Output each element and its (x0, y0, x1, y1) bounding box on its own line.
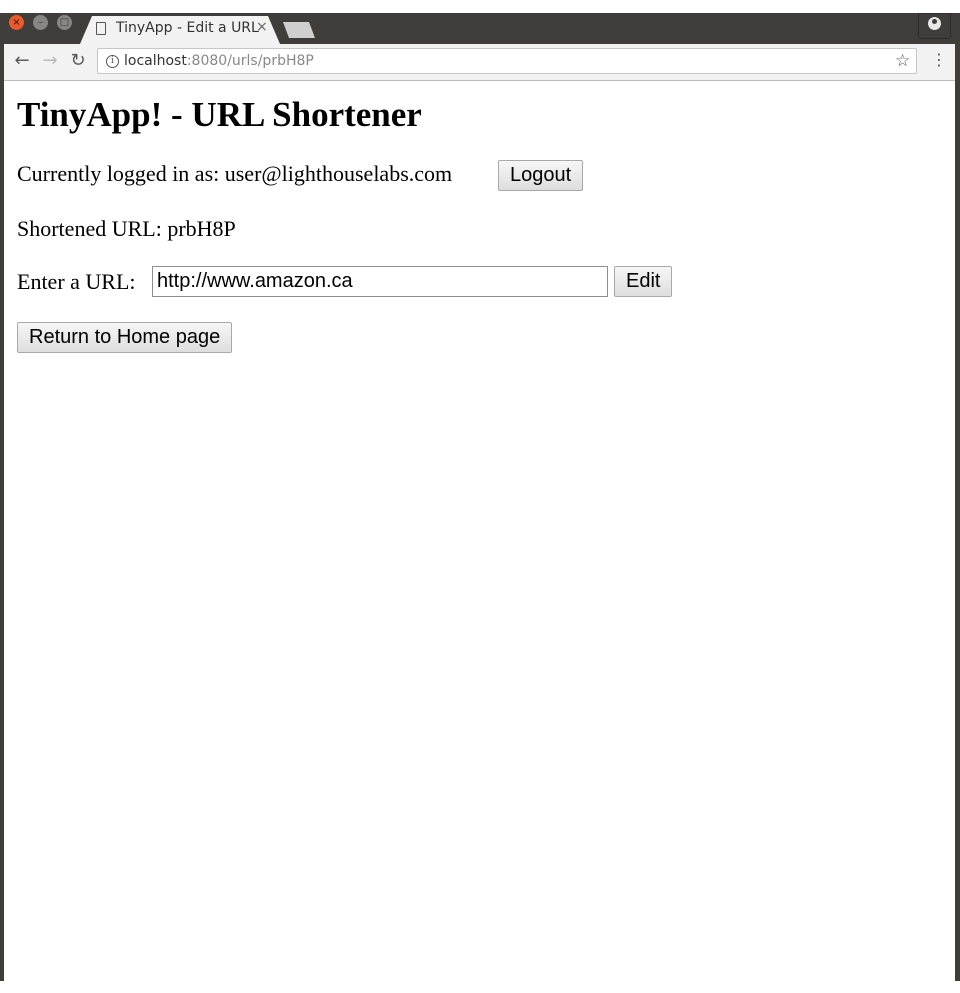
window-maximize-button[interactable]: □ (57, 15, 72, 30)
person-icon (928, 17, 941, 30)
profile-button[interactable] (918, 13, 951, 39)
window-right-edge (955, 44, 960, 981)
window-close-button[interactable]: × (9, 15, 24, 30)
site-info-icon[interactable]: i (106, 55, 119, 68)
logout-button[interactable]: Logout (498, 160, 584, 191)
browser-menu-icon[interactable]: ⋮ (931, 52, 947, 68)
screen-bottom-edge (0, 981, 960, 993)
reload-icon[interactable]: ↻ (68, 51, 88, 71)
enter-url-label: Enter a URL: (17, 269, 136, 294)
page-icon (96, 22, 106, 35)
bookmark-star-icon[interactable]: ☆ (895, 51, 910, 71)
tab-close-icon[interactable]: × (256, 19, 268, 35)
window-left-edge (0, 44, 4, 981)
address-bar-url[interactable]: localhost:8080/urls/prbH8P (124, 53, 314, 69)
shortened-url-text: Shortened URL: prbH8P (17, 216, 236, 241)
long-url-input[interactable] (152, 266, 608, 297)
back-arrow-icon[interactable]: ← (12, 51, 32, 71)
page-title: TinyApp! - URL Shortener (17, 95, 422, 134)
url-path: :8080/urls/prbH8P (186, 53, 314, 69)
window-minimize-button[interactable]: – (33, 15, 48, 30)
login-status-text: Currently logged in as: user@lighthousel… (17, 161, 453, 186)
tab-title: TinyApp - Edit a URL (116, 20, 259, 36)
return-home-button[interactable]: Return to Home page (17, 322, 233, 353)
forward-arrow-icon[interactable]: → (40, 51, 60, 71)
screen-top-edge (0, 0, 960, 14)
url-host: localhost (124, 53, 187, 69)
edit-button[interactable]: Edit (614, 266, 673, 297)
